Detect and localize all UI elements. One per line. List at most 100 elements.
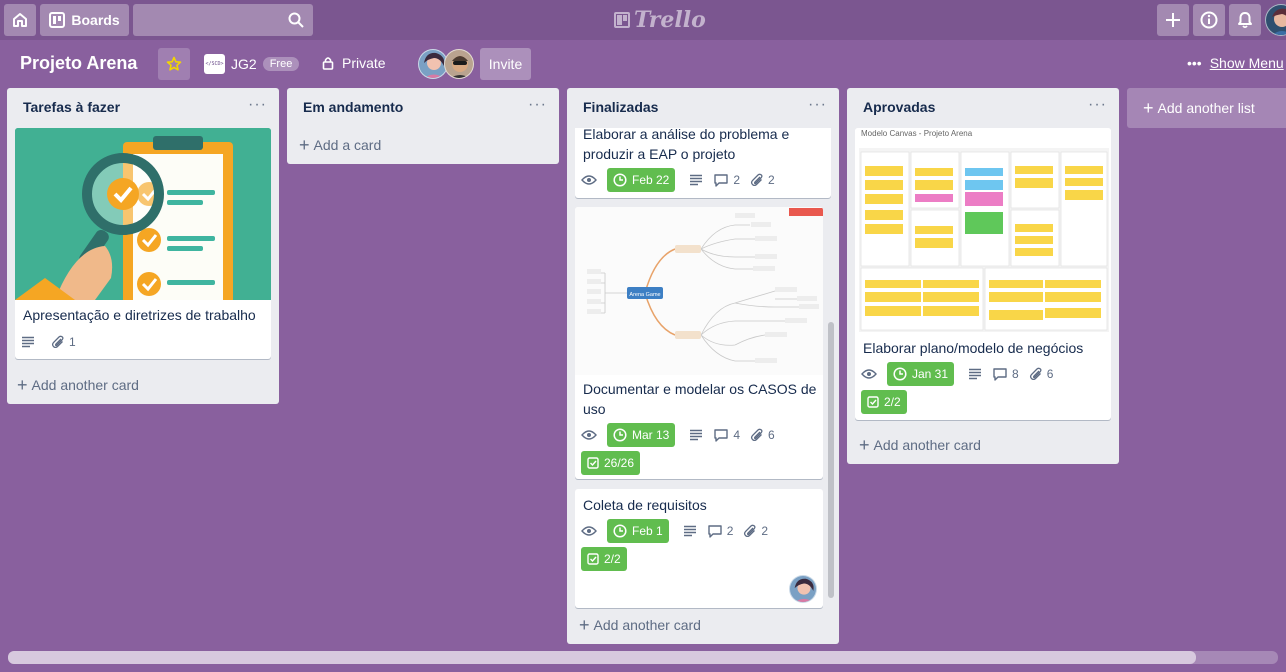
list-title[interactable]: Tarefas à fazer: [23, 99, 120, 115]
plus-icon: +: [17, 375, 28, 395]
team-button[interactable]: </SCD> JG2 Free: [204, 54, 300, 74]
list-tarefas-a-fazer: Tarefas à fazer ··· Apresentação e diret…: [7, 88, 279, 404]
comments-badge: 4: [713, 428, 740, 442]
list-title[interactable]: Finalizadas: [583, 99, 658, 115]
trello-logo[interactable]: Trello: [614, 6, 706, 34]
add-card-button[interactable]: + Add a card: [299, 136, 382, 154]
info-button[interactable]: [1193, 4, 1225, 36]
home-button[interactable]: [4, 4, 36, 36]
add-card-button[interactable]: + Add another card: [17, 375, 139, 395]
card-title: Apresentação e diretrizes de trabalho: [23, 307, 256, 323]
watching-badge: [861, 368, 877, 380]
add-list-button[interactable]: + Add another list: [1127, 88, 1286, 128]
add-card-label: Add another card: [593, 617, 701, 633]
card-documentar-casos[interactable]: Arena Game Documentar e modelar os CASOS…: [575, 207, 823, 479]
attachments-count: 6: [768, 428, 775, 442]
list-title[interactable]: Aprovadas: [863, 99, 935, 115]
list-menu-icon[interactable]: ···: [248, 96, 267, 114]
add-card-label: Add another card: [873, 437, 981, 453]
due-date-badge[interactable]: Feb 1: [607, 519, 669, 543]
show-menu-button[interactable]: ••• Show Menu: [1187, 55, 1284, 71]
plus-icon: [1166, 13, 1180, 27]
member-avatar-2[interactable]: [444, 49, 474, 79]
create-button[interactable]: [1157, 4, 1189, 36]
due-date-text: Mar 13: [632, 428, 670, 442]
avatar-image: [1272, 8, 1286, 35]
card-apresentacao[interactable]: Apresentação e diretrizes de trabalho 1: [15, 128, 271, 359]
home-icon: [13, 13, 27, 27]
plus-icon: +: [1143, 98, 1154, 118]
boards-button[interactable]: Boards: [40, 4, 129, 36]
eye-icon: [581, 175, 597, 185]
card-badges: Feb 22 2 2: [581, 168, 785, 192]
eye-icon: [581, 430, 597, 440]
attachments-badge: 6: [1029, 367, 1054, 381]
attachments-count: 6: [1046, 367, 1054, 381]
card-badges: Feb 1 2 2: [581, 519, 778, 543]
checklist-magnifier-illustration: [15, 128, 271, 312]
paperclip-icon: [751, 173, 763, 187]
checklist-badge: 26/26: [581, 451, 641, 475]
plus-icon: +: [859, 435, 870, 455]
checkbox-icon: [867, 396, 879, 408]
bell-icon: [1238, 12, 1252, 29]
user-avatar[interactable]: [1265, 4, 1286, 36]
due-date-text: Feb 1: [632, 524, 663, 538]
search-input[interactable]: [133, 4, 313, 36]
invite-button[interactable]: Invite: [480, 48, 531, 80]
visibility-button[interactable]: Private: [322, 55, 386, 71]
mind-map-diagram: Arena Game: [587, 208, 823, 363]
notifications-button[interactable]: [1229, 4, 1261, 36]
card-badges: Jan 31 8 6: [861, 362, 1063, 386]
due-date-badge[interactable]: Mar 13: [607, 423, 676, 447]
team-name: JG2: [231, 56, 257, 72]
add-card-button[interactable]: + Add another card: [579, 616, 701, 634]
watching-badge: [581, 174, 597, 186]
due-date-text: Feb 22: [632, 173, 670, 187]
board-title[interactable]: Projeto Arena: [20, 53, 137, 74]
plan-badge: Free: [262, 57, 300, 71]
card-elaborar-analise[interactable]: Elaborar a análise do problema e produzi…: [575, 128, 831, 198]
add-card-label: Add a card: [313, 137, 382, 153]
list-menu-icon[interactable]: ···: [528, 96, 547, 114]
star-board-button[interactable]: [158, 48, 190, 80]
comment-icon: [714, 174, 729, 187]
mind-map-root-label: Arena Game: [629, 292, 660, 298]
business-model-canvas: Modelo Canvas - Projeto Arena: [859, 129, 1109, 332]
add-card-label: Add another card: [31, 377, 139, 393]
eye-icon: [581, 526, 597, 536]
attachments-badge: 2: [743, 524, 768, 538]
checklist-badge: 2/2: [581, 547, 627, 571]
list-scrollbar[interactable]: [828, 322, 834, 598]
paperclip-icon: [744, 524, 756, 538]
due-date-badge[interactable]: Feb 22: [607, 168, 676, 192]
avatar-image: [794, 578, 814, 602]
list-title[interactable]: Em andamento: [303, 99, 403, 115]
description-badge: [689, 429, 703, 441]
list-menu-icon[interactable]: ···: [808, 96, 827, 114]
card-coleta-requisitos[interactable]: Coleta de requisitos Feb 1 2 2 2/2: [575, 489, 823, 608]
card-plano-negocios[interactable]: Modelo Canvas - Projeto Arena Elaborar p…: [855, 128, 1111, 420]
attachments-count: 2: [761, 524, 769, 538]
add-list-label: Add another list: [1157, 100, 1255, 116]
board-scrollbar-thumb[interactable]: [8, 651, 1196, 664]
team-logo: </SCD>: [204, 54, 225, 74]
clock-icon: [893, 367, 907, 381]
checkbox-icon: [587, 553, 599, 565]
card-badges: Mar 13 4 6: [581, 423, 785, 447]
description-icon: [690, 174, 703, 186]
comment-icon: [714, 429, 729, 442]
comments-count: 2: [733, 173, 741, 187]
comments-count: 4: [733, 428, 741, 442]
due-date-badge[interactable]: Jan 31: [887, 362, 955, 386]
card-title: Coleta de requisitos: [583, 497, 707, 513]
add-card-button[interactable]: + Add another card: [859, 435, 981, 455]
checklist-count: 2/2: [884, 395, 901, 409]
comments-count: 8: [1012, 367, 1019, 381]
card-cover-image: [15, 128, 271, 312]
lock-icon: [322, 57, 334, 70]
card-member-avatar[interactable]: [789, 575, 817, 603]
top-bar: Boards Trello: [0, 0, 1286, 40]
list-menu-icon[interactable]: ···: [1088, 96, 1107, 114]
checklist-count: 2/2: [604, 552, 621, 566]
